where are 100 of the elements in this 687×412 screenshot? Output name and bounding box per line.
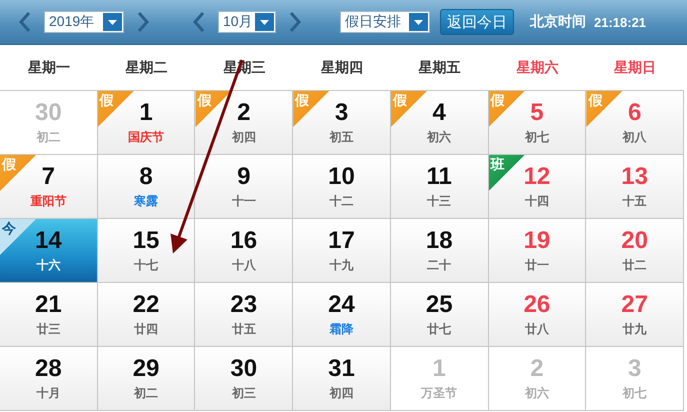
day-cell[interactable]: 假 1 国庆节 — [98, 91, 196, 155]
day-cell[interactable]: 今 14 十六 — [0, 219, 98, 283]
day-badge: 今 — [0, 219, 36, 255]
next-year-icon[interactable] — [136, 11, 150, 33]
day-cell[interactable]: 24 霜降 — [293, 283, 391, 347]
lunar-date: 初六 — [427, 129, 452, 146]
day-cell[interactable]: 假 7 重阳节 — [0, 155, 98, 219]
dropdown-icon — [409, 13, 428, 31]
day-cell[interactable]: 18 二十 — [390, 219, 489, 283]
day-number: 3 — [628, 355, 642, 383]
lunar-date: 廿二 — [622, 257, 647, 274]
today-button[interactable]: 返回今日 — [440, 9, 514, 35]
weekday-label: 星期二 — [124, 58, 169, 76]
lunar-date: 初五 — [329, 129, 354, 146]
day-cell[interactable]: 19 廿一 — [488, 219, 586, 283]
next-month-icon[interactable] — [288, 11, 302, 33]
day-badge: 假 — [0, 155, 36, 191]
holiday-select[interactable]: 假日安排 — [340, 11, 430, 33]
weekday-label: 星期六 — [515, 58, 560, 76]
day-cell[interactable]: 22 廿四 — [98, 283, 196, 347]
dropdown-icon — [255, 13, 274, 31]
day-cell[interactable]: 15 十七 — [98, 219, 196, 283]
day-cell[interactable]: 13 十五 — [586, 155, 684, 219]
lunar-date: 万圣节 — [421, 385, 458, 402]
lunar-date: 初二 — [134, 385, 158, 402]
day-cell[interactable]: 8 寒露 — [98, 155, 196, 219]
day-cell[interactable]: 26 廿八 — [488, 283, 586, 347]
day-cell[interactable]: 29 初二 — [98, 347, 196, 411]
day-cell[interactable]: 28 十月 — [0, 347, 98, 411]
previous-month-icon[interactable] — [192, 11, 206, 33]
day-cell[interactable]: 11 十三 — [390, 155, 489, 219]
day-number: 30 — [230, 355, 258, 383]
day-cell[interactable]: 17 十九 — [293, 219, 391, 283]
lunar-date: 十月 — [36, 385, 60, 402]
day-number: 21 — [35, 291, 62, 319]
dropdown-icon — [103, 13, 122, 31]
day-number: 23 — [230, 291, 258, 319]
year-select[interactable]: 2019年 — [44, 11, 124, 33]
day-number: 10 — [328, 163, 355, 191]
day-cell[interactable]: 23 廿五 — [195, 283, 294, 347]
day-cell[interactable]: 10 十二 — [293, 155, 391, 219]
day-number: 2 — [530, 355, 544, 383]
day-number: 1 — [139, 99, 153, 127]
lunar-date: 十四 — [524, 193, 549, 210]
day-number: 6 — [628, 99, 642, 127]
day-cell[interactable]: 班 12 十四 — [488, 155, 586, 219]
day-cell[interactable]: 21 廿三 — [0, 283, 98, 347]
day-cell[interactable]: 9 十一 — [195, 155, 294, 219]
lunar-date: 廿一 — [524, 257, 549, 274]
day-number: 19 — [524, 227, 550, 255]
day-cell[interactable]: 16 十八 — [195, 219, 294, 283]
day-number: 13 — [621, 163, 648, 191]
day-number: 2 — [237, 99, 250, 127]
day-number: 20 — [621, 227, 648, 255]
lunar-date: 十八 — [232, 257, 256, 274]
day-number: 22 — [132, 291, 160, 319]
day-cell[interactable]: 假 5 初七 — [488, 91, 586, 155]
day-number: 17 — [328, 227, 355, 255]
lunar-date: 初八 — [622, 129, 647, 146]
month-select[interactable]: 10月 — [218, 11, 276, 33]
previous-year-icon[interactable] — [18, 11, 32, 33]
day-badge: 班 — [488, 155, 525, 191]
day-cell[interactable]: 31 初四 — [293, 347, 391, 411]
lunar-date: 十七 — [134, 257, 158, 274]
lunar-date: 初二 — [36, 129, 60, 146]
lunar-date: 廿八 — [524, 321, 549, 338]
day-cell[interactable]: 30 初三 — [195, 347, 294, 411]
day-cell[interactable]: 25 廿七 — [390, 283, 489, 347]
day-number: 25 — [426, 291, 453, 319]
day-number: 18 — [426, 227, 453, 255]
day-cell[interactable]: 假 2 初四 — [195, 91, 294, 155]
lunar-date: 廿九 — [622, 321, 647, 338]
lunar-date: 廿五 — [232, 321, 256, 338]
day-badge: 假 — [98, 91, 134, 127]
day-cell[interactable]: 假 3 初五 — [293, 91, 391, 155]
day-number: 29 — [132, 355, 160, 383]
day-number: 27 — [621, 291, 648, 319]
lunar-date: 寒露 — [134, 193, 158, 210]
day-number: 9 — [237, 163, 250, 191]
lunar-date: 初七 — [524, 129, 549, 146]
day-number: 4 — [432, 99, 446, 127]
day-cell[interactable]: 27 廿九 — [586, 283, 684, 347]
day-badge: 假 — [195, 91, 232, 127]
day-number: 16 — [230, 227, 258, 255]
day-cell[interactable]: 假 4 初六 — [390, 91, 489, 155]
lunar-date: 十二 — [329, 193, 354, 210]
day-number: 14 — [35, 227, 62, 255]
day-badge: 假 — [586, 91, 622, 127]
day-cell[interactable]: 20 廿二 — [586, 219, 684, 283]
day-number: 26 — [524, 291, 550, 319]
day-badge: 假 — [488, 91, 525, 127]
day-number: 7 — [42, 163, 56, 191]
lunar-date: 十一 — [232, 193, 256, 210]
day-number: 31 — [328, 355, 355, 383]
day-number: 3 — [334, 99, 348, 127]
day-number: 24 — [328, 291, 355, 319]
lunar-date: 十五 — [622, 193, 647, 210]
day-number: 12 — [524, 163, 550, 191]
weekday-label: 星期四 — [320, 58, 364, 76]
day-cell[interactable]: 假 6 初八 — [586, 91, 684, 155]
